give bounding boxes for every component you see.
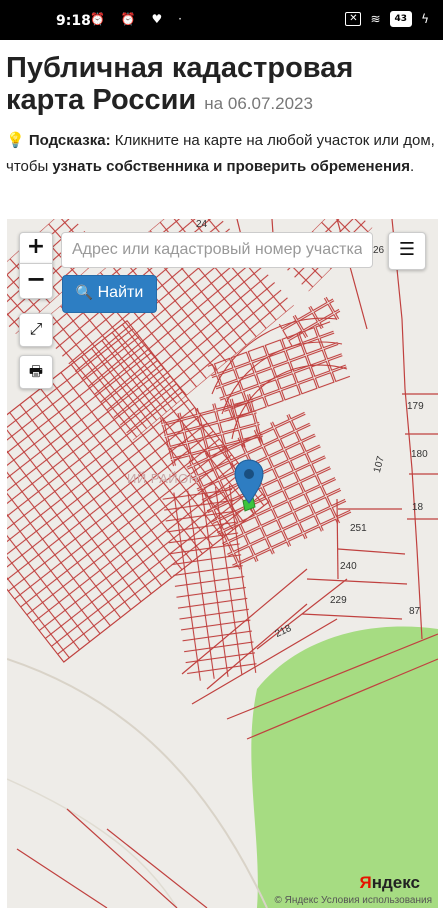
address-search-input[interactable] xyxy=(61,232,373,268)
status-time: 9:18 xyxy=(56,13,91,29)
system-icons: ✕ ≋ 43 ϟ xyxy=(345,11,429,27)
lightbulb-icon: 💡 xyxy=(6,132,25,149)
zoom-in-button[interactable]: + xyxy=(19,232,53,264)
zoom-out-button[interactable]: − xyxy=(19,263,53,299)
hint-label: Подсказка: xyxy=(28,132,111,149)
status-bar: 9:18 ⏰ ⏰ ♥ · ✕ ≋ 43 ϟ xyxy=(0,0,443,40)
hint-text-2: . xyxy=(410,158,415,175)
parcel-number: 180 xyxy=(411,449,428,460)
find-button[interactable]: 🔍 Найти xyxy=(62,275,157,313)
map-attribution[interactable]: © Яндекс Условия использования xyxy=(274,895,432,906)
map-marker-icon[interactable] xyxy=(234,459,264,505)
map-canvas[interactable] xyxy=(7,219,438,908)
search-icon: 🔍 xyxy=(75,285,94,301)
charging-icon: ϟ xyxy=(421,12,429,26)
parcel-number: 251 xyxy=(350,523,367,534)
district-label: ИЙ РАЙОН xyxy=(127,471,199,486)
parcel-number: 229 xyxy=(330,595,347,606)
cadastral-map[interactable]: 24 26 179 180 18 107 251 240 229 87 218 … xyxy=(7,219,438,908)
fullscreen-icon[interactable]: ⤢ xyxy=(19,313,53,347)
page-title: Публичная кадастровая карта России на 06… xyxy=(6,52,438,120)
parcel-number: 240 xyxy=(340,561,357,572)
parcel-number: 179 xyxy=(407,401,424,412)
parcel-number: 18 xyxy=(412,502,424,513)
yandex-logo[interactable]: Яндекс xyxy=(360,873,420,893)
print-icon[interactable]: 🖶 xyxy=(19,355,53,389)
find-button-label: Найти xyxy=(97,284,144,301)
wifi-icon: ≋ xyxy=(370,12,381,26)
menu-icon[interactable]: ☰ xyxy=(388,232,426,270)
parcel-number: 26 xyxy=(373,245,385,256)
parcel-number: 24 xyxy=(196,219,208,230)
forest-area xyxy=(251,626,438,908)
page-date: на 06.07.2023 xyxy=(204,94,313,113)
battery-icon: 43 xyxy=(389,11,413,27)
notification-icons: ⏰ ⏰ ♥ · xyxy=(90,12,188,26)
hint-bold-text: узнать собственника и проверить обремене… xyxy=(52,158,410,175)
parcel-number: 87 xyxy=(409,606,421,617)
close-box-icon: ✕ xyxy=(345,12,362,26)
hint-block: 💡 Подсказка: Кликните на карте на любой … xyxy=(6,128,438,180)
